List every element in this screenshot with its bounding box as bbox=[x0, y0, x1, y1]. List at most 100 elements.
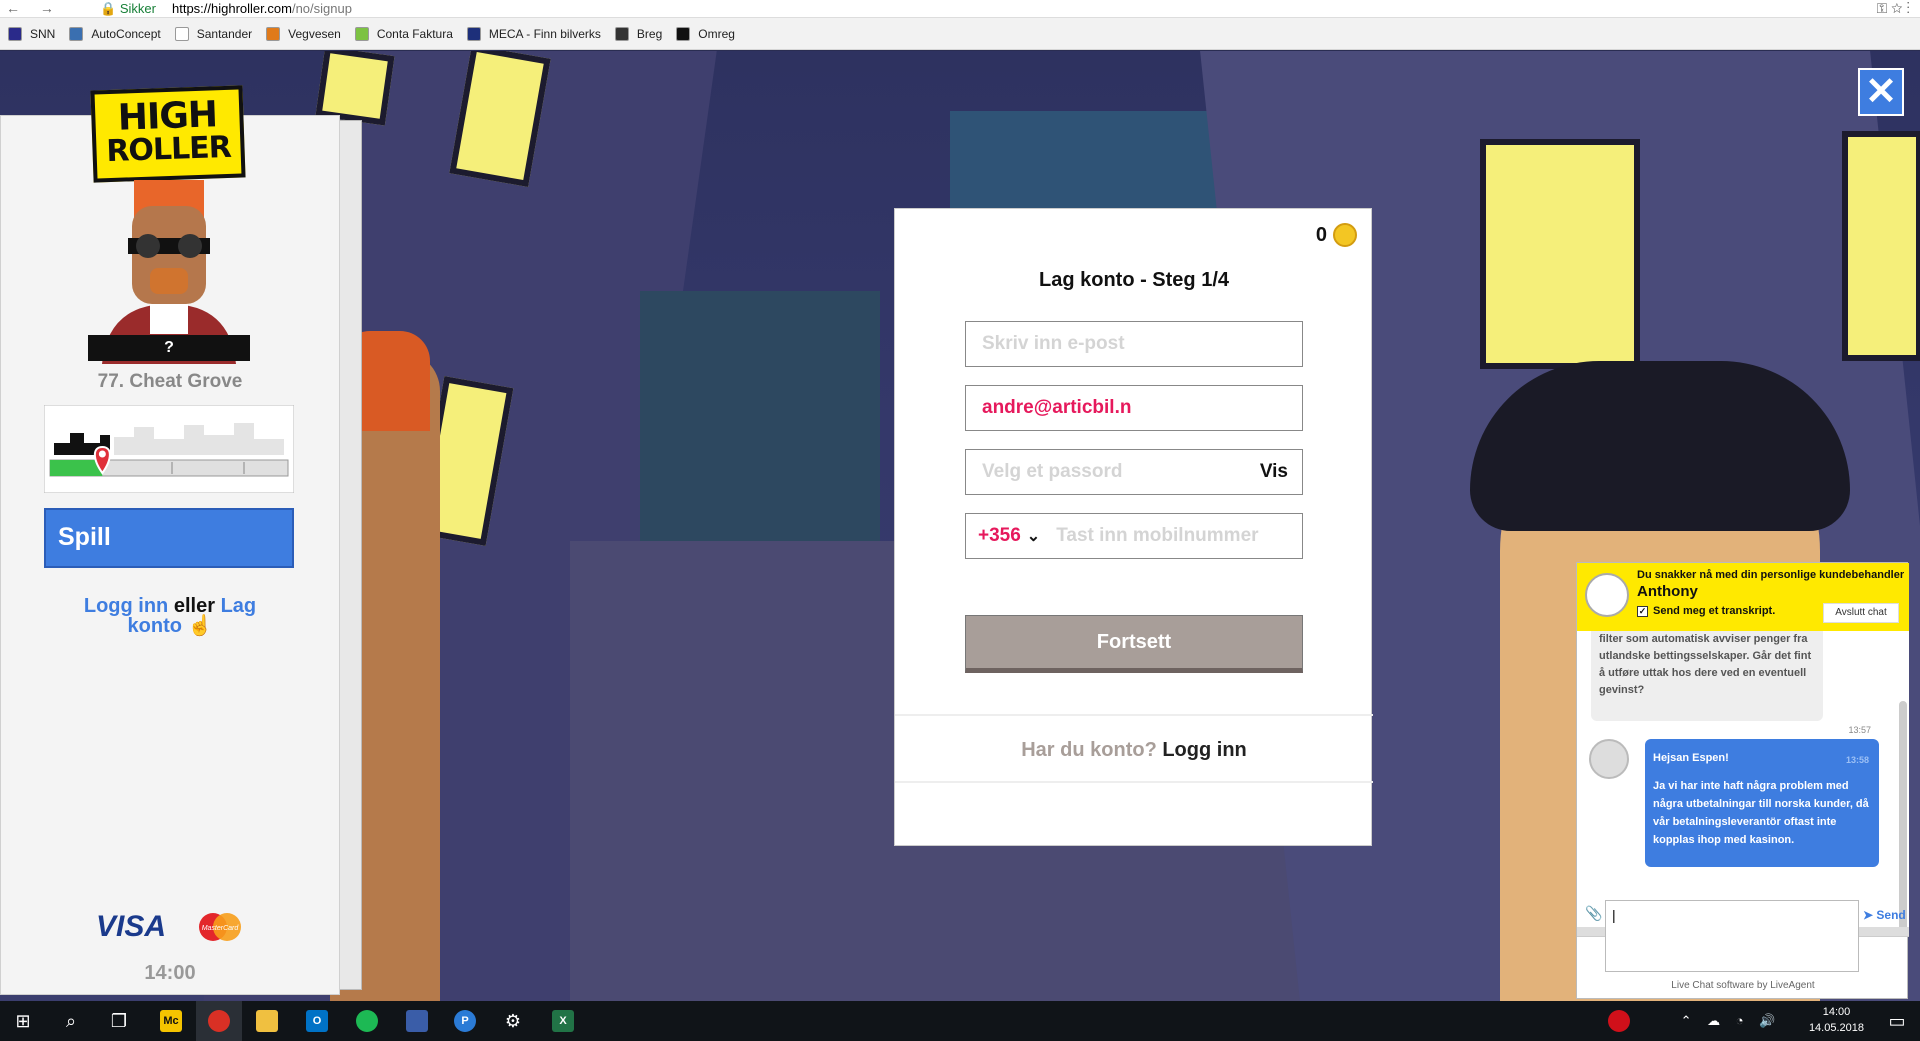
checkbox-checked-icon[interactable]: ✓ bbox=[1637, 605, 1648, 617]
coin-balance: 0 bbox=[1316, 223, 1357, 247]
bookmark-item[interactable]: Omreg bbox=[676, 26, 735, 41]
agent-greeting: Hejsan Espen! bbox=[1653, 752, 1729, 764]
rank-badge: ? bbox=[88, 335, 250, 361]
task-view-icon[interactable]: ❐ bbox=[96, 1001, 142, 1041]
agent-name: Anthony bbox=[1637, 583, 1698, 600]
bookmark-item[interactable]: AutoConcept bbox=[69, 26, 161, 41]
logo-line2: ROLLER bbox=[105, 129, 232, 170]
nav-buttons[interactable]: ← → ⟳ bbox=[6, 0, 86, 32]
chat-messages[interactable]: filter som automatisk avviser penger fra… bbox=[1577, 631, 1909, 937]
search-icon[interactable]: ⌕ bbox=[48, 1001, 94, 1041]
notification-icon[interactable]: ▭ bbox=[1874, 1001, 1920, 1041]
window bbox=[1480, 139, 1640, 369]
snn-icon bbox=[8, 26, 22, 41]
bookmark-item[interactable]: Breg bbox=[614, 26, 663, 41]
phone-placeholder: Tast inn mobilnummer bbox=[1056, 525, 1259, 546]
bookmark-label: Conta Faktura bbox=[376, 26, 453, 41]
email-confirm-field[interactable]: andre@articbil.n bbox=[965, 385, 1303, 431]
secure-indicator[interactable]: 🔒 Sikker bbox=[100, 1, 156, 17]
file-explorer-icon[interactable] bbox=[244, 1001, 290, 1041]
transcript-checkbox[interactable]: ✓ Send meg et transkript. bbox=[1637, 605, 1775, 617]
send-button[interactable]: ➤ Send bbox=[1863, 908, 1906, 922]
chrome-icon[interactable] bbox=[196, 1001, 242, 1041]
bookmark-item[interactable]: SNN bbox=[8, 26, 56, 41]
auth-links: Logg inn eller Lag konto ☝ bbox=[60, 596, 280, 636]
address-bar: ← → ⟳ 🔒 Sikker https://highroller.com/no… bbox=[0, 0, 1920, 32]
paperclip-icon[interactable]: 📎 bbox=[1585, 905, 1602, 922]
show-password-toggle[interactable]: Vis bbox=[1260, 461, 1288, 483]
highroller-logo[interactable]: HIGH ROLLER bbox=[90, 85, 246, 183]
autoconcept-icon bbox=[69, 26, 84, 41]
vegvesen-icon bbox=[266, 26, 281, 41]
clock-time: 14:00 bbox=[1822, 1006, 1851, 1018]
browser-actions[interactable]: ⚿ ☆ ⋮ bbox=[1877, 0, 1910, 17]
mastercard-logo: MasterCard bbox=[196, 912, 244, 942]
modal-login-link[interactable]: Logg inn bbox=[1162, 739, 1246, 761]
bookmark-item[interactable]: Santander bbox=[174, 26, 253, 41]
continue-button[interactable]: Fortsett bbox=[965, 615, 1303, 673]
url-host: https://highroller.com bbox=[172, 1, 292, 16]
outlook-icon[interactable]: O bbox=[294, 1001, 340, 1041]
game-clock: 14:00 bbox=[144, 962, 196, 984]
phone-field[interactable]: +356 ⌄ Tast inn mobilnummer bbox=[965, 513, 1303, 559]
chevron-down-icon[interactable]: ⌄ bbox=[1027, 526, 1040, 546]
spotify-icon[interactable] bbox=[344, 1001, 390, 1041]
chat-header: Du snakker nå med din personlige kundebe… bbox=[1577, 563, 1909, 631]
divider bbox=[895, 714, 1373, 716]
bookmark-label: Breg bbox=[636, 26, 663, 41]
end-chat-button[interactable]: Avslutt chat bbox=[1823, 603, 1899, 623]
url-path: /no/signup bbox=[291, 1, 352, 16]
settings-gear-icon[interactable]: ⚙ bbox=[490, 1001, 536, 1041]
taskbar-clock[interactable]: 14:00 14.05.2018 bbox=[1809, 1004, 1864, 1036]
bookmark-item[interactable]: MECA - Finn bilverks bbox=[466, 26, 601, 41]
live-chat-widget: Du snakker nå med din personlige kundebe… bbox=[1576, 562, 1909, 999]
omreg-icon bbox=[676, 26, 691, 41]
agent-avatar bbox=[1585, 573, 1629, 617]
meca-icon bbox=[466, 26, 481, 41]
password-placeholder: Velg et passord bbox=[982, 461, 1123, 482]
url-field[interactable]: https://highroller.com/no/signup bbox=[172, 1, 352, 16]
password-field[interactable]: Velg et passord Vis bbox=[965, 449, 1303, 495]
send-label: Send bbox=[1876, 908, 1906, 922]
app-icon[interactable] bbox=[394, 1001, 440, 1041]
visitor-message: filter som automatisk avviser penger fra… bbox=[1591, 631, 1823, 721]
email-field[interactable]: Skriv inn e-post bbox=[965, 321, 1303, 367]
excel-icon[interactable]: X bbox=[540, 1001, 586, 1041]
bookmark-item[interactable]: Vegvesen bbox=[266, 26, 341, 41]
conta-icon bbox=[354, 26, 369, 41]
mc-app-icon[interactable]: Mc bbox=[148, 1001, 194, 1041]
windows-start-icon[interactable]: ⊞ bbox=[0, 1001, 46, 1041]
rank-name: 77. Cheat Grove bbox=[97, 371, 243, 392]
bookmark-label: SNN bbox=[30, 26, 56, 41]
agent-message: Hejsan Espen! Ja vi har inte haft några … bbox=[1645, 739, 1879, 867]
system-tray-icons[interactable]: ⌃ ☁ ◔ 🔊 bbox=[1656, 1001, 1806, 1041]
play-button[interactable]: Spill bbox=[44, 508, 294, 568]
tray-app-icon[interactable] bbox=[1596, 1001, 1642, 1041]
bookmark-label: Santander bbox=[196, 26, 253, 41]
breg-icon bbox=[614, 26, 629, 41]
secure-label: Sikker bbox=[119, 1, 156, 16]
chat-scrollbar[interactable] bbox=[1899, 701, 1907, 935]
page-icon bbox=[174, 26, 189, 41]
mastercard-label: MasterCard bbox=[202, 925, 240, 932]
hand-cursor-icon: ☝ bbox=[187, 615, 213, 637]
bookmark-label: MECA - Finn bilverks bbox=[488, 26, 601, 41]
chat-input[interactable]: | bbox=[1605, 900, 1859, 972]
or-text: eller bbox=[173, 595, 215, 617]
visa-logo: VISA bbox=[96, 910, 167, 943]
progress-fill bbox=[50, 460, 103, 476]
email-placeholder: Skriv inn e-post bbox=[982, 333, 1125, 354]
bookmarks-bar: SNN AutoConcept Santander Vegvesen Conta Fak… bbox=[0, 18, 1920, 50]
message-time: 13:58 bbox=[1845, 755, 1869, 765]
country-code-select[interactable]: +356 bbox=[978, 525, 1021, 547]
bookmark-item[interactable]: Conta Faktura bbox=[354, 26, 453, 41]
login-link[interactable]: Logg inn bbox=[84, 595, 168, 617]
level-progress bbox=[43, 404, 295, 494]
clock-date: 14.05.2018 bbox=[1808, 1022, 1864, 1034]
character-right-hair bbox=[1470, 361, 1850, 531]
app-icon[interactable]: P bbox=[442, 1001, 488, 1041]
transcript-label: Send meg et transkript. bbox=[1653, 605, 1776, 617]
chat-footer: Live Chat software by LiveAgent bbox=[1671, 980, 1815, 991]
agent-message-body: Ja vi har inte haft några problem med nå… bbox=[1653, 780, 1869, 846]
close-icon[interactable]: ✕ bbox=[1858, 68, 1904, 116]
